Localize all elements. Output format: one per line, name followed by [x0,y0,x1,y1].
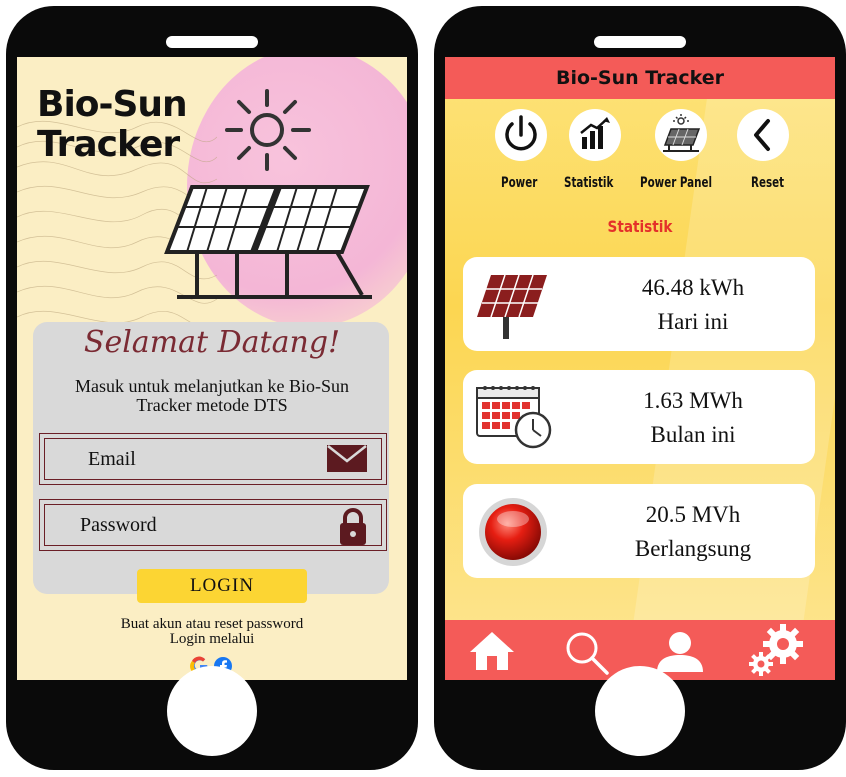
phone-frame-left: Bio-Sun Tracker Selamat Datang! Masuk un… [6,6,418,770]
nav-label-power-panel: Power Panel [640,175,713,191]
stat-card-today: 46.48 kWh Hari ini [463,257,815,351]
stat-value-block: 20.5 MVh Berlangsung [583,498,803,566]
speaker-slot [594,36,686,48]
nav-power-panel-button[interactable] [655,109,707,161]
sun-icon [225,89,311,171]
solar-panel-icon [477,274,547,339]
welcome-heading: Selamat Datang! [83,325,341,360]
nav-reset-button[interactable] [737,109,789,161]
phone-frame-right: Bio-Sun Tracker Power Statistik Power Pa… [434,6,846,770]
nav-statistik-button[interactable] [569,109,621,161]
stat-label: Berlangsung [634,536,752,561]
solar-panel-icon [663,114,701,152]
stat-value-block: 46.48 kWh Hari ini [583,271,803,339]
login-button[interactable]: LOGIN [137,569,307,603]
search-icon[interactable] [563,630,611,676]
stat-label: Bulan ini [650,422,736,447]
stat-card-live: 20.5 MVh Berlangsung [463,484,815,578]
lock-icon [340,508,366,545]
home-icon[interactable] [467,630,517,672]
bar-chart-icon [580,117,610,149]
nav-power-button[interactable] [495,109,547,161]
stat-value: 46.48 kWh [641,275,745,300]
create-account-link[interactable]: Buat akun atau reset password [17,617,407,632]
dashboard-header: Bio-Sun Tracker [445,57,835,99]
stat-label: Hari ini [657,309,729,334]
login-via-text: Login melalui [169,631,255,647]
solar-panel-illustration [164,185,372,299]
email-field[interactable]: Email [39,433,387,485]
stat-value: 1.63 MWh [643,388,743,413]
home-button-right[interactable] [595,666,685,756]
red-status-icon [479,498,547,566]
login-subtitle: Masuk untuk melanjutkan ke Bio-Sun Track… [37,377,387,415]
stat-card-month: 1.63 MWh Bulan ini [463,370,815,464]
calendar-clock-icon [476,386,552,449]
login-screen: Bio-Sun Tracker Selamat Datang! Masuk un… [17,57,407,680]
stat-value: 20.5 MVh [645,502,741,527]
nav-label-reset: Reset [751,175,785,191]
brand-title: Bio-Sun Tracker [37,84,188,165]
email-label: Email [88,448,136,470]
section-title: Statistik [607,217,673,236]
nav-label-power: Power [501,175,538,191]
subtitle-line1: Masuk untuk melanjutkan ke Bio-Sun [75,376,349,396]
home-button-left[interactable] [167,666,257,756]
password-field[interactable]: Password [39,499,387,551]
subtitle-line2: Tracker metode DTS [136,395,288,415]
login-footnote: Buat akun atau reset password Login mela… [17,617,407,647]
dashboard-screen: Bio-Sun Tracker Power Statistik Power Pa… [445,57,835,680]
user-icon[interactable] [655,630,705,674]
chevron-left-icon [754,119,770,151]
brand-line1: Bio-Sun [37,84,188,125]
power-icon [505,115,537,151]
brand-line2: Tracker [37,124,180,165]
settings-icon[interactable] [747,622,807,678]
speaker-slot [166,36,258,48]
stat-value-block: 1.63 MWh Bulan ini [583,384,803,452]
nav-label-statistik: Statistik [564,175,614,191]
password-label: Password [80,514,157,536]
envelope-icon [327,445,367,472]
